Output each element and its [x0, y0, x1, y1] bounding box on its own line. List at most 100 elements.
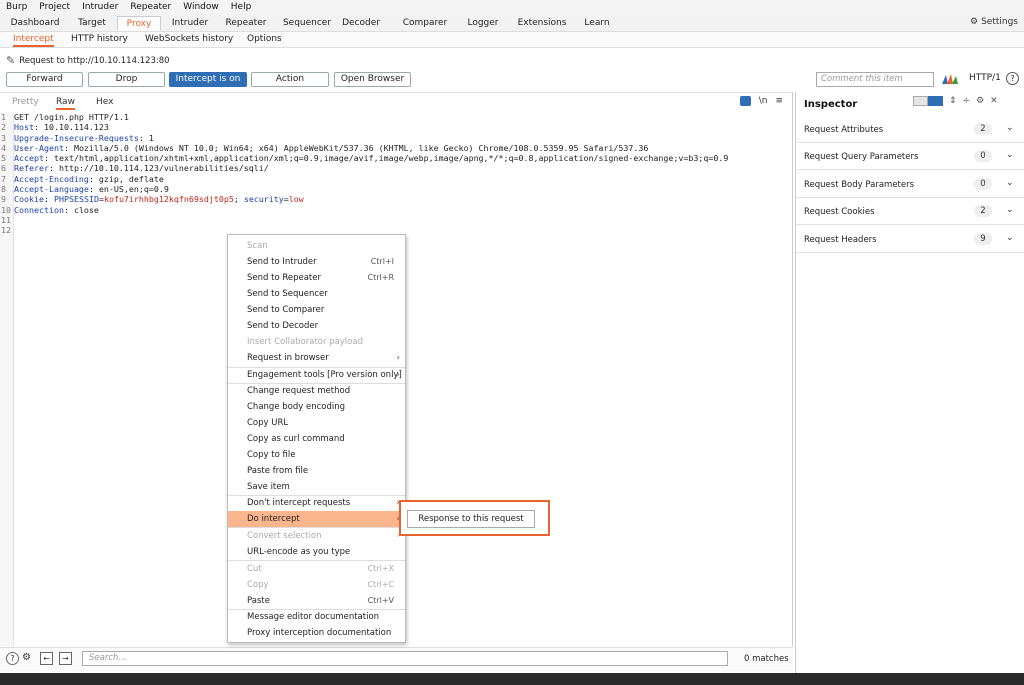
- forward-button[interactable]: Forward: [6, 72, 83, 87]
- drop-button[interactable]: Drop: [88, 72, 165, 87]
- tab-intercept[interactable]: Intercept: [13, 34, 54, 47]
- tab-websockets-history[interactable]: WebSockets history: [145, 34, 233, 44]
- menu-item-response-to-this-request[interactable]: Response to this request: [407, 510, 535, 528]
- collapse-all-icon[interactable]: ÷: [963, 96, 971, 106]
- menu-item-send-to-comparer[interactable]: Send to Comparer: [228, 302, 405, 318]
- inspector-settings-icon[interactable]: ⚙: [976, 96, 984, 106]
- menu-item-paste-from-file[interactable]: Paste from file: [228, 463, 405, 479]
- menu-item-copy-to-file[interactable]: Copy to file: [228, 447, 405, 463]
- previous-arrow-icon[interactable]: ←: [40, 652, 53, 665]
- menu-item-scan[interactable]: Scan: [228, 238, 405, 254]
- menu-item-send-to-repeater[interactable]: Send to Repeater Ctrl+R: [228, 270, 405, 286]
- newline-toggle[interactable]: \n: [759, 96, 768, 106]
- expand-all-icon[interactable]: ⇕: [949, 96, 957, 106]
- menu-item-proxy-interception-documentation[interactable]: Proxy interception documentation: [228, 625, 405, 641]
- comment-input[interactable]: Comment this item: [816, 72, 934, 87]
- tab-proxy[interactable]: Proxy: [117, 16, 161, 31]
- count-badge: 0: [974, 178, 992, 190]
- inspector-title: Inspector: [804, 99, 858, 110]
- next-arrow-icon[interactable]: →: [59, 652, 72, 665]
- highlight-color-icon[interactable]: [940, 72, 960, 86]
- code-line: 11: [1, 214, 11, 225]
- menu-item-send-to-decoder[interactable]: Send to Decoder: [228, 318, 405, 334]
- search-input[interactable]: Search...: [82, 651, 728, 666]
- http-version-toggle[interactable]: HTTP/1: [969, 73, 1001, 83]
- menu-help[interactable]: Help: [225, 2, 258, 12]
- inspector-section-headers[interactable]: Request Headers 9 ⌄: [796, 226, 1024, 253]
- word-wrap-icon[interactable]: [739, 96, 751, 106]
- menu-item-copy[interactable]: Copy Ctrl+C: [228, 577, 405, 593]
- tab-target[interactable]: Target: [68, 16, 116, 31]
- tab-decoder[interactable]: Decoder: [340, 16, 382, 31]
- tab-learn[interactable]: Learn: [579, 16, 615, 31]
- code-line: 6 Referer: http://10.10.114.123/vulnerabi…: [1, 163, 269, 174]
- tab-http-history[interactable]: HTTP history: [71, 34, 128, 44]
- menu-item-change-body-encoding[interactable]: Change body encoding: [228, 399, 405, 415]
- menu-item-paste[interactable]: Paste Ctrl+V: [228, 593, 405, 609]
- open-browser-button[interactable]: Open Browser: [334, 72, 411, 87]
- menu-item-send-to-intruder[interactable]: Send to Intruder Ctrl+I: [228, 254, 405, 270]
- code-line: 10 Connection: close: [1, 204, 99, 215]
- inspector-section-cookies[interactable]: Request Cookies 2 ⌄: [796, 198, 1024, 225]
- code-line: 4 User-Agent: Mozilla/5.0 (Windows NT 10.…: [1, 142, 649, 153]
- menu-repeater[interactable]: Repeater: [124, 2, 177, 12]
- menu-item-message-editor-documentation[interactable]: Message editor documentation: [228, 609, 405, 625]
- close-icon[interactable]: ✕: [990, 96, 998, 106]
- menu-item-do-intercept[interactable]: Do intercept›: [228, 511, 405, 527]
- match-count: 0 matches: [744, 654, 789, 664]
- tab-extensions[interactable]: Extensions: [512, 16, 572, 31]
- menu-intruder[interactable]: Intruder: [76, 2, 124, 12]
- intercept-toggle-button[interactable]: Intercept is on: [169, 72, 247, 87]
- code-line: 7 Accept-Encoding: gzip, deflate: [1, 173, 164, 184]
- search-settings-icon[interactable]: ⚙: [20, 652, 33, 665]
- menu-item-cut[interactable]: Cut Ctrl+X: [228, 561, 405, 577]
- menu-item-copy-url[interactable]: Copy URL: [228, 415, 405, 431]
- menu-project[interactable]: Project: [33, 2, 76, 12]
- menu-item-request-in-browser[interactable]: Request in browser ›: [228, 350, 405, 366]
- code-line: 5 Accept: text/html,application/xhtml+xml…: [1, 153, 729, 164]
- request-body-text[interactable]: 1 GET /login.php HTTP/1.1 2 Host: 10.10.11…: [0, 112, 793, 236]
- menu-item-convert-selection[interactable]: Convert selection ›: [228, 528, 405, 544]
- code-line: 9 Cookie: PHPSESSID = kofu7irhhbg12kqfn69sd…: [1, 194, 304, 205]
- menu-item-dont-intercept-requests[interactable]: Don't intercept requests›: [228, 495, 405, 511]
- inspector-section-body-parameters[interactable]: Request Body Parameters 0 ⌄: [796, 171, 1024, 198]
- tab-options[interactable]: Options: [247, 34, 282, 44]
- inspector-section-query-parameters[interactable]: Request Query Parameters 0 ⌄: [796, 143, 1024, 170]
- editor-menu-icon[interactable]: ≡: [775, 96, 783, 106]
- top-tab-bar: Dashboard Target Proxy Intruder Repeater…: [0, 14, 1024, 32]
- tab-sequencer[interactable]: Sequencer: [278, 16, 336, 31]
- menu-item-insert-collaborator-payload[interactable]: Insert Collaborator payload: [228, 334, 405, 350]
- menu-item-url-encode-as-you-type[interactable]: URL-encode as you type: [228, 544, 405, 560]
- menu-window[interactable]: Window: [177, 2, 225, 12]
- menu-item-send-to-sequencer[interactable]: Send to Sequencer: [228, 286, 405, 302]
- tab-raw[interactable]: Raw: [56, 97, 75, 110]
- help-icon[interactable]: ?: [1006, 72, 1019, 85]
- layout-horizontal-icon[interactable]: [913, 96, 928, 106]
- inspector-section-request-attributes[interactable]: Request Attributes 2 ⌄: [796, 116, 1024, 143]
- tab-intruder[interactable]: Intruder: [165, 16, 215, 31]
- menu-item-copy-as-curl[interactable]: Copy as curl command: [228, 431, 405, 447]
- tab-comparer[interactable]: Comparer: [398, 16, 452, 31]
- settings-label: Settings: [981, 17, 1018, 27]
- menu-item-engagement-tools[interactable]: Engagement tools [Pro version only] ›: [228, 367, 405, 383]
- chevron-right-icon: ›: [396, 353, 400, 363]
- count-badge: 0: [974, 150, 992, 162]
- menu-bar: Burp Project Intruder Repeater Window He…: [0, 0, 1024, 14]
- settings-button[interactable]: ⚙ Settings: [970, 17, 1018, 27]
- tab-dashboard[interactable]: Dashboard: [6, 16, 64, 31]
- code-line: 8 Accept-Language: en-US,en;q=0.9: [1, 184, 169, 195]
- count-badge: 9: [974, 233, 992, 245]
- tab-logger[interactable]: Logger: [463, 16, 503, 31]
- layout-vertical-icon[interactable]: [928, 96, 943, 106]
- action-button[interactable]: Action: [251, 72, 329, 87]
- menu-burp[interactable]: Burp: [0, 2, 33, 12]
- menu-item-change-request-method[interactable]: Change request method: [228, 383, 405, 399]
- help-icon[interactable]: ?: [6, 652, 19, 665]
- tab-hex[interactable]: Hex: [96, 97, 113, 107]
- chevron-down-icon: ⌄: [1006, 205, 1014, 215]
- tab-pretty[interactable]: Pretty: [12, 97, 39, 107]
- pencil-icon[interactable]: ✎: [6, 54, 15, 67]
- menu-item-save-item[interactable]: Save item: [228, 479, 405, 495]
- tab-repeater[interactable]: Repeater: [220, 16, 272, 31]
- proxy-sub-tab-bar: Intercept HTTP history WebSockets histor…: [0, 32, 1024, 48]
